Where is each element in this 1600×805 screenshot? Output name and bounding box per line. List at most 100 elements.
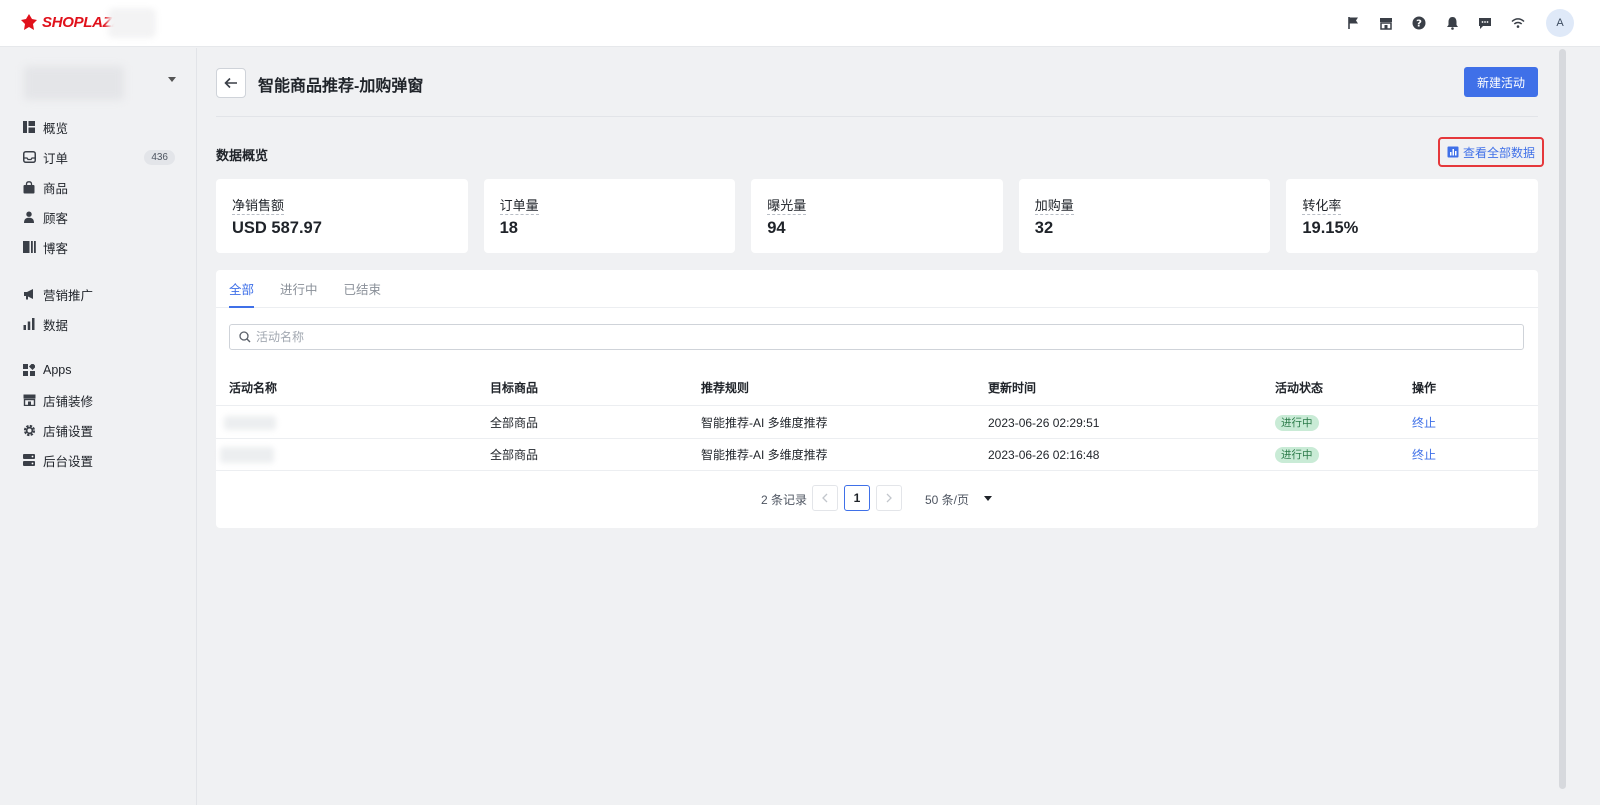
message-icon[interactable]: [1476, 14, 1494, 32]
scrollbar-thumb[interactable]: [1559, 49, 1566, 789]
wifi-icon[interactable]: [1509, 14, 1527, 32]
stats-row: 净销售额 USD 587.97 订单量 18 曝光量 94 加购量 32 转化率…: [216, 179, 1538, 253]
chevron-right-icon: [886, 493, 892, 503]
sidebar-item-label: 商品: [43, 181, 69, 196]
rule-cell: 智能推荐-AI 多维度推荐: [701, 416, 828, 430]
help-icon[interactable]: ?: [1410, 14, 1428, 32]
stat-card-orders: 订单量 18: [483, 179, 736, 253]
avatar[interactable]: A: [1546, 9, 1574, 37]
stat-label[interactable]: 加购量: [1034, 198, 1074, 215]
server-icon: [22, 453, 36, 467]
column-header-rule: 推荐规则: [701, 381, 750, 395]
sidebar-item-blog[interactable]: 博客: [0, 232, 197, 262]
sidebar-item-label: 店铺装修: [43, 394, 94, 409]
sidebar-item-label: 概览: [43, 121, 69, 136]
sidebar-item-apps[interactable]: Apps: [0, 355, 197, 385]
store-switcher[interactable]: [22, 66, 182, 100]
search-icon: [239, 331, 251, 343]
table-header: 活动名称 目标商品 推荐规则 更新时间 活动状态 操作: [216, 370, 1538, 406]
redacted-area: [108, 8, 156, 38]
stat-card-conversion: 转化率 19.15%: [1286, 179, 1538, 253]
total-records: 2 条记录: [761, 493, 808, 507]
stop-link[interactable]: 终止: [1412, 407, 1436, 438]
next-page-button[interactable]: [876, 485, 902, 511]
table-row: 全部商品 智能推荐-AI 多维度推荐 2023-06-26 02:29:51 进…: [216, 407, 1538, 439]
overview-icon: [22, 120, 36, 134]
status-cell: 进行中: [1275, 407, 1319, 438]
sidebar-item-overview[interactable]: 概览: [0, 112, 197, 142]
person-icon: [22, 210, 36, 224]
stat-label[interactable]: 曝光量: [767, 198, 807, 215]
page-number-button[interactable]: 1: [844, 485, 870, 511]
sidebar-item-label: 营销推广: [43, 288, 94, 303]
status-cell: 进行中: [1275, 439, 1319, 470]
page-size-select[interactable]: 50 条/页: [925, 491, 969, 508]
sidebar-item-label: 博客: [43, 241, 69, 256]
search-box: [229, 324, 1524, 350]
top-bar: SHOPLAZZA ? A: [0, 0, 1600, 47]
tab-all[interactable]: 全部: [229, 269, 255, 308]
sidebar-item-products[interactable]: 商品: [0, 172, 197, 202]
svg-text:?: ?: [1416, 19, 1422, 30]
sidebar-item-marketing[interactable]: 营销推广: [0, 279, 197, 309]
flag-icon[interactable]: [1344, 14, 1362, 32]
bag-icon: [22, 180, 36, 194]
stat-value: 94: [767, 219, 786, 237]
nav-group-main: 概览 订单 436 商品 顾客 博客: [0, 112, 197, 262]
target-cell: 全部商品: [490, 448, 539, 462]
gear-icon: [22, 423, 36, 437]
stat-value: USD 587.97: [232, 219, 322, 237]
caret-down-icon[interactable]: [984, 496, 992, 501]
sidebar-item-label: 店铺设置: [43, 424, 94, 439]
inbox-icon: [22, 150, 36, 164]
sidebar-item-customers[interactable]: 顾客: [0, 202, 197, 232]
store-icon[interactable]: [1377, 14, 1395, 32]
megaphone-icon: [22, 287, 36, 301]
campaign-name-cell[interactable]: [224, 407, 276, 438]
sidebar-item-label: 数据: [43, 318, 69, 333]
campaign-name-cell[interactable]: [220, 439, 274, 470]
top-icon-group: ? A: [1344, 9, 1574, 37]
sidebar-item-theme[interactable]: 店铺装修: [0, 385, 197, 415]
new-campaign-button[interactable]: 新建活动: [1464, 67, 1538, 97]
sidebar-item-store-settings[interactable]: 店铺设置: [0, 415, 197, 445]
status-badge: 进行中: [1275, 414, 1319, 431]
stat-card-impressions: 曝光量 94: [751, 179, 1003, 253]
back-button[interactable]: [216, 68, 246, 98]
prev-page-button[interactable]: [812, 485, 838, 511]
page-title: 智能商品推荐-加购弹窗: [258, 78, 424, 95]
bell-icon[interactable]: [1443, 14, 1461, 32]
stat-value: 32: [1034, 219, 1054, 237]
apps-icon: [22, 363, 36, 377]
column-header-action: 操作: [1412, 381, 1437, 395]
sidebar-item-admin-settings[interactable]: 后台设置: [0, 445, 197, 475]
target-cell: 全部商品: [490, 416, 539, 430]
stat-label[interactable]: 转化率: [1302, 198, 1342, 215]
nav-group-settings: Apps 店铺装修 店铺设置 后台设置: [0, 355, 197, 475]
store-icon: [22, 393, 36, 407]
stop-link[interactable]: 终止: [1412, 439, 1436, 470]
sidebar-item-analytics[interactable]: 数据: [0, 309, 197, 339]
stat-label[interactable]: 订单量: [499, 198, 539, 215]
table-row: 全部商品 智能推荐-AI 多维度推荐 2023-06-26 02:16:48 进…: [216, 439, 1538, 471]
stat-card-add-to-cart: 加购量 32: [1018, 179, 1271, 253]
redacted-name: [224, 415, 276, 430]
tab-active[interactable]: 进行中: [280, 269, 318, 307]
stat-label[interactable]: 净销售额: [232, 198, 285, 215]
rule-cell: 智能推荐-AI 多维度推荐: [701, 448, 828, 462]
tab-ended[interactable]: 已结束: [344, 269, 382, 307]
sidebar-item-label: Apps: [43, 363, 72, 377]
stat-value: 18: [499, 219, 518, 237]
search-input[interactable]: [256, 330, 1506, 344]
sidebar-item-orders[interactable]: 订单 436: [0, 142, 197, 172]
column-header-name: 活动名称: [229, 381, 278, 395]
view-all-label: 查看全部数据: [1462, 145, 1535, 160]
sidebar-item-label: 顾客: [43, 211, 69, 226]
column-header-target: 目标商品: [490, 381, 539, 395]
chevron-left-icon: [822, 493, 828, 503]
redacted-name: [220, 446, 274, 463]
view-all-data-link[interactable]: 查看全部数据: [1438, 137, 1544, 167]
caret-down-icon: [168, 77, 176, 82]
column-header-status: 活动状态: [1275, 381, 1324, 395]
stat-card-net-sales: 净销售额 USD 587.97: [216, 179, 468, 253]
